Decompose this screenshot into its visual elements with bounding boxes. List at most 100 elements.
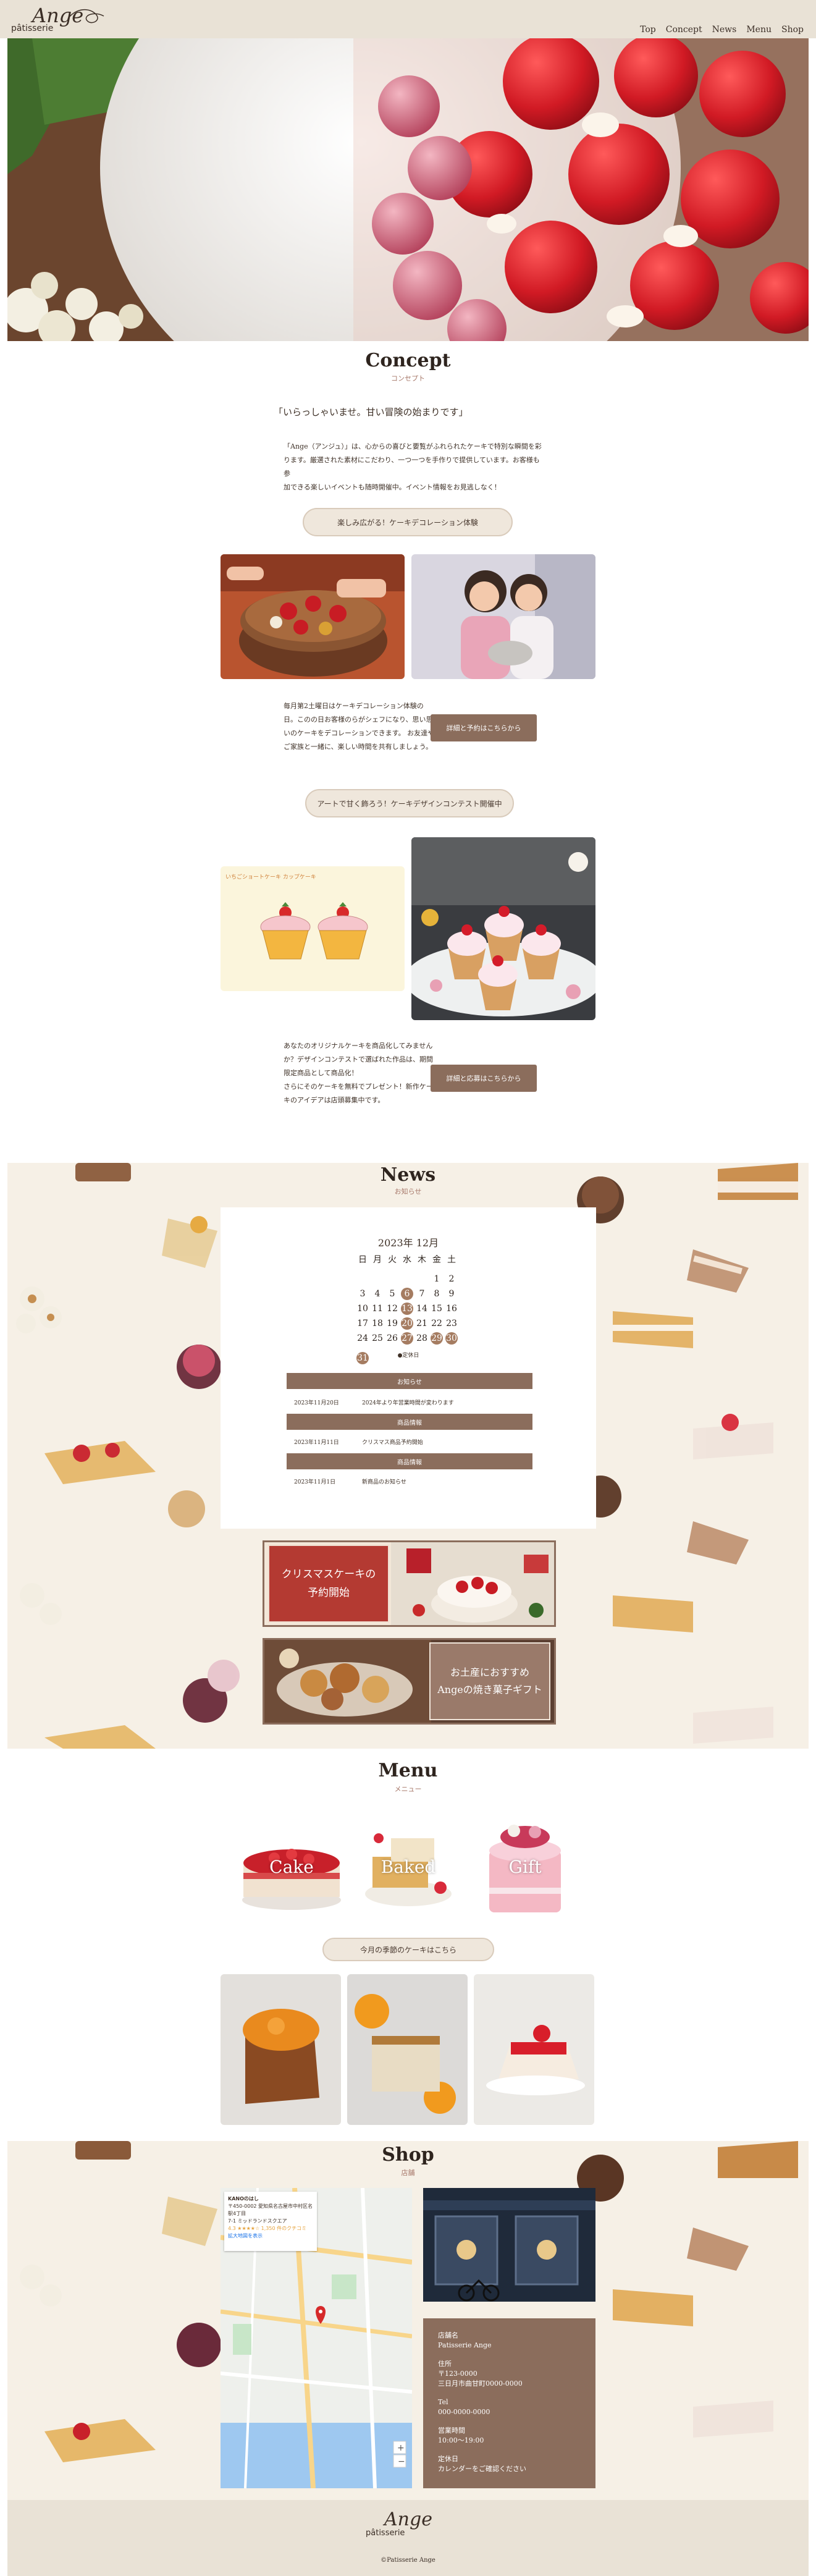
calendar-week-row: 12 <box>355 1267 459 1286</box>
map-card-rating: 4.3 ★★★★☆ 1,350 件のクチコミ <box>228 2226 307 2231</box>
calendar-day <box>401 1268 413 1280</box>
seasonal-photo-3[interactable] <box>474 1974 594 2125</box>
menu-baked[interactable]: Baked <box>354 1814 463 1922</box>
nav-shop[interactable]: Shop <box>781 25 804 35</box>
calendar-day: 28 <box>416 1333 427 1343</box>
calendar-day: 8 <box>434 1289 440 1299</box>
shop-info-value: カレンダーをご確認ください <box>438 2465 526 2473</box>
calendar-weekday: 月 <box>373 1255 382 1265</box>
event1-text: 毎月第2土曜日はケーキデコレーション体験の 日。このの日お客様のらがシェフになり… <box>284 699 444 754</box>
calendar-weekday-row: 日月火水木金土 <box>355 1252 459 1267</box>
menu-subtitle: メニュー <box>394 1785 422 1793</box>
event2-text: あなたのオリジナルケーキを商品化してみません か？デザインコンテストで選ばれた作… <box>284 1039 449 1107</box>
map-card-link[interactable]: 拡大地図を表示 <box>228 2232 313 2240</box>
event2-apply-button[interactable]: 詳細と応募はこちらから <box>431 1065 537 1092</box>
shop-subtitle: 店舗 <box>401 2169 415 2177</box>
news-text: 新商品のお知らせ <box>362 1479 406 1485</box>
svg-text:−: − <box>398 2457 405 2467</box>
event2-text-line: 限定商品として商品化！ <box>284 1069 358 1077</box>
footer-logo[interactable]: Ange pâtisserie <box>360 2509 458 2543</box>
news-header-product: 商品情報 <box>287 1414 532 1430</box>
news-subtitle: お知らせ <box>394 1188 422 1196</box>
menu-cake-label: Cake <box>269 1857 314 1877</box>
calendar-day: 26 <box>387 1333 398 1343</box>
calendar-day: 21 <box>416 1319 427 1328</box>
calendar-day: 20 <box>401 1317 413 1330</box>
calendar-day: 22 <box>431 1319 442 1328</box>
concept-lead: 「いらっしゃいませ。甘い冒険の始まりです」 <box>274 407 468 418</box>
cupcakes-photo <box>411 837 595 1020</box>
gift-banner-label: お土産におすすめ Angeの焼き菓子ギフト <box>429 1642 550 1720</box>
concept-body-line: 加できる楽しいイベントも随時開催中。イベント情報をお見逃しなく！ <box>284 483 501 491</box>
news-row[interactable]: 2023年11月11日 クリスマス商品予約開始 <box>287 1431 532 1452</box>
calendar-week-row: 10 11 12 13 14 15 16 <box>355 1301 459 1316</box>
calendar-weekday: 金 <box>432 1255 441 1265</box>
event2-pill: アートで甘く飾ろう！ケーキデザインコンテスト開催中 <box>305 789 514 817</box>
footer-copyright: ©Patisserie Ange <box>381 2557 435 2564</box>
event1-reserve-button[interactable]: 詳細と予約はこちらから <box>431 714 537 741</box>
calendar-day: 3 <box>360 1289 366 1299</box>
seasonal-photo-1[interactable] <box>221 1974 341 2125</box>
calendar-day: 14 <box>416 1304 427 1314</box>
nav-top[interactable]: Top <box>640 25 656 35</box>
seasonal-pill[interactable]: 今月の季節のケーキはこちら <box>322 1938 494 1961</box>
news-date: 2023年11月1日 <box>294 1479 336 1485</box>
seasonal-photo-2[interactable] <box>347 1974 468 2125</box>
map-card-line: 〒450-0002 愛知県名古屋市中村区名駅4丁目 <box>228 2203 313 2216</box>
menu-baked-label: Baked <box>381 1857 436 1877</box>
news-row[interactable]: 2023年11月20日 2024年より年営業時間が変わります <box>287 1391 532 1413</box>
calendar-month: 2023年 12月 <box>377 1237 439 1249</box>
calendar-day: 23 <box>446 1319 457 1328</box>
calendar-day: 24 <box>357 1333 368 1343</box>
shop-info-value: 〒123-0000 三日月市曲甘町0000-0000 <box>438 2370 523 2388</box>
calendar-day: 11 <box>372 1304 383 1314</box>
event1-text-line: ご家族と一緒に、楽しい時間を共有しましょう。 <box>284 743 433 751</box>
nav-menu[interactable]: Menu <box>746 25 772 35</box>
calendar-weekday: 土 <box>447 1255 456 1265</box>
storefront-photo <box>423 2188 595 2302</box>
calendar-weekday: 水 <box>403 1255 411 1265</box>
christmas-banner-line: 予約開始 <box>308 1587 350 1599</box>
calendar-day: 1 <box>434 1274 440 1284</box>
christmas-banner-label: クリスマスケーキの 予約開始 <box>268 1545 389 1623</box>
site-header: Ange pâtisserie Top Concept News Menu Sh… <box>0 0 816 38</box>
calendar-weekday: 火 <box>388 1255 397 1265</box>
sketch-photo: いちごショートケーキ カップケーキ <box>221 866 405 991</box>
menu-cake[interactable]: Cake <box>237 1814 346 1922</box>
footer-logo-wordmark: Ange <box>384 2509 432 2530</box>
logo-swirl-icon <box>67 9 104 23</box>
calendar-day: 19 <box>387 1319 398 1328</box>
shop-info-label: 店舗名 <box>438 2331 458 2339</box>
calendar-day: 18 <box>372 1319 383 1328</box>
nav-concept[interactable]: Concept <box>666 25 702 35</box>
calendar-day: 9 <box>448 1289 455 1299</box>
menu-gift[interactable]: Gift <box>471 1814 579 1922</box>
nav-news[interactable]: News <box>712 25 737 35</box>
calendar-day: 25 <box>372 1333 383 1343</box>
calendar-day: 4 <box>374 1289 381 1299</box>
page: Ange pâtisserie Top Concept News Menu Sh… <box>0 0 816 2576</box>
shop-info-label: 定休日 <box>438 2455 458 2463</box>
news-header-product: 商品情報 <box>287 1453 532 1469</box>
event1-text-line: 日。このの日お客様のらがシェフになり、思い思 <box>284 716 433 724</box>
calendar-day: 12 <box>387 1304 398 1314</box>
shop-info-label: Tel <box>438 2398 448 2406</box>
calendar-week-row: 3456789 <box>355 1286 459 1301</box>
gift-banner[interactable]: お土産におすすめ Angeの焼き菓子ギフト <box>263 1638 556 1725</box>
gift-banner-line: お土産におすすめ <box>450 1666 529 1678</box>
hero-image <box>7 38 809 341</box>
news-row[interactable]: 2023年11月1日 新商品のお知らせ <box>287 1471 532 1492</box>
calendar-day <box>356 1268 369 1280</box>
footer-logo-subtitle: pâtisserie <box>366 2528 405 2538</box>
christmas-banner[interactable]: クリスマスケーキの 予約開始 <box>263 1540 556 1627</box>
calendar-weekday: 日 <box>358 1255 367 1265</box>
event2-text-line: さらにそのケーキを無料でプレゼント！新作ケー <box>284 1083 433 1091</box>
calendar-day: 16 <box>446 1304 457 1314</box>
logo-subtitle: pâtisserie <box>11 23 54 33</box>
map-info-card: KANOのはし 〒450-0002 愛知県名古屋市中村区名駅4丁目 7-1 ミッ… <box>224 2192 317 2251</box>
calendar-week-row: 17 18 19 20 21 22 23 <box>355 1316 459 1331</box>
calendar-day: 17 <box>357 1319 368 1328</box>
shop-info-panel: 店舗名 Patisserie Ange 住所 〒123-0000 三日月市曲甘町… <box>423 2318 595 2488</box>
shop-map[interactable]: + − KANOのはし 〒450-0002 愛知県名古屋市中村区名駅4丁目 7-… <box>221 2188 412 2488</box>
site-logo[interactable]: Ange pâtisserie <box>11 4 104 35</box>
